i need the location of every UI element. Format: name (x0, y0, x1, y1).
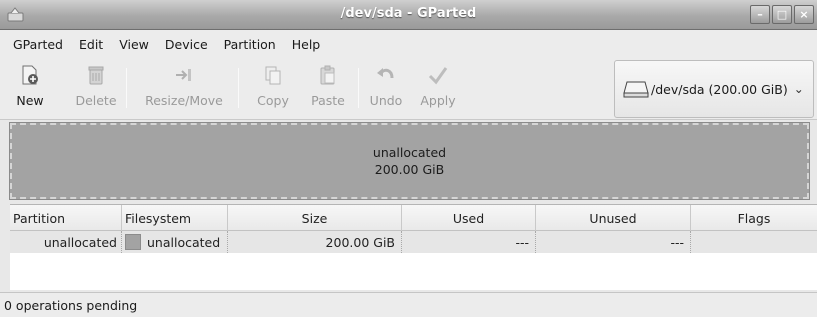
paste-button[interactable]: Paste (308, 62, 348, 116)
resize-move-label: Resize/Move (145, 93, 223, 108)
window-title: /dev/sda - GParted (340, 6, 477, 21)
title-bar: /dev/sda - GParted – □ × (0, 0, 817, 30)
toolbar-separator (358, 68, 359, 108)
menu-edit[interactable]: Edit (71, 37, 111, 52)
menu-help[interactable]: Help (284, 37, 329, 52)
toolbar-separator (238, 68, 239, 108)
copy-button[interactable]: Copy (255, 62, 291, 116)
hard-disk-icon (623, 81, 649, 98)
status-bar: 0 operations pending (0, 292, 817, 317)
filesystem-color-swatch (125, 234, 141, 250)
cell-filesystem-text: unallocated (147, 234, 221, 250)
status-text: 0 operations pending (4, 297, 138, 313)
cell-unused: --- (536, 231, 691, 253)
menu-partition[interactable]: Partition (216, 37, 284, 52)
close-icon: × (799, 8, 809, 21)
delete-label: Delete (75, 93, 117, 108)
checkmark-icon (428, 67, 448, 85)
cell-size: 200.00 GiB (228, 231, 402, 253)
menu-view[interactable]: View (111, 37, 157, 52)
copy-icon (265, 66, 281, 85)
resize-icon (176, 69, 191, 81)
minimize-button[interactable]: – (750, 5, 770, 24)
column-filesystem[interactable]: Filesystem (122, 205, 228, 231)
device-label: /dev/sda (200.00 GiB) (651, 81, 788, 97)
toolbar-separator (126, 68, 127, 108)
device-selector[interactable]: /dev/sda (200.00 GiB) ⌄ (614, 60, 814, 118)
table-header: Partition Filesystem Size Used Unused Fl… (10, 205, 817, 231)
partition-table: Partition Filesystem Size Used Unused Fl… (10, 204, 817, 290)
close-button[interactable]: × (794, 5, 814, 24)
new-partition-icon (22, 65, 38, 85)
minimize-icon: – (757, 8, 763, 21)
undo-button[interactable]: Undo (368, 62, 404, 116)
maximize-icon: □ (776, 8, 788, 21)
paste-icon (320, 65, 335, 85)
table-row[interactable]: unallocated unallocated 200.00 GiB --- -… (10, 231, 817, 253)
copy-label: Copy (257, 93, 289, 108)
paste-label: Paste (311, 93, 345, 108)
undo-label: Undo (369, 93, 403, 108)
menu-gparted[interactable]: GParted (5, 37, 71, 52)
cell-filesystem: unallocated (122, 231, 228, 253)
column-unused[interactable]: Unused (536, 205, 691, 231)
column-size[interactable]: Size (228, 205, 402, 231)
disk-segment-name: unallocated (372, 145, 447, 160)
delete-button[interactable]: Delete (74, 62, 118, 116)
column-used[interactable]: Used (402, 205, 536, 231)
apply-label: Apply (420, 93, 456, 108)
column-partition[interactable]: Partition (10, 205, 122, 231)
disk-segment-size: 200.00 GiB (374, 162, 445, 177)
chevron-down-icon: ⌄ (793, 82, 804, 96)
maximize-button[interactable]: □ (772, 5, 792, 24)
new-label: New (16, 93, 44, 108)
cell-used: --- (402, 231, 536, 253)
apply-button[interactable]: Apply (418, 62, 458, 116)
cell-flags (691, 231, 817, 253)
menu-bar: GParted Edit View Device Partition Help (0, 30, 817, 58)
new-button[interactable]: New (14, 62, 46, 116)
disk-graphic-unallocated[interactable]: unallocated 200.00 GiB (9, 122, 810, 200)
column-flags[interactable]: Flags (691, 205, 817, 231)
trash-icon (88, 66, 104, 85)
menu-device[interactable]: Device (157, 37, 216, 52)
cell-partition: unallocated (10, 231, 122, 253)
resize-move-button[interactable]: Resize/Move (138, 62, 230, 116)
undo-icon (377, 68, 394, 79)
